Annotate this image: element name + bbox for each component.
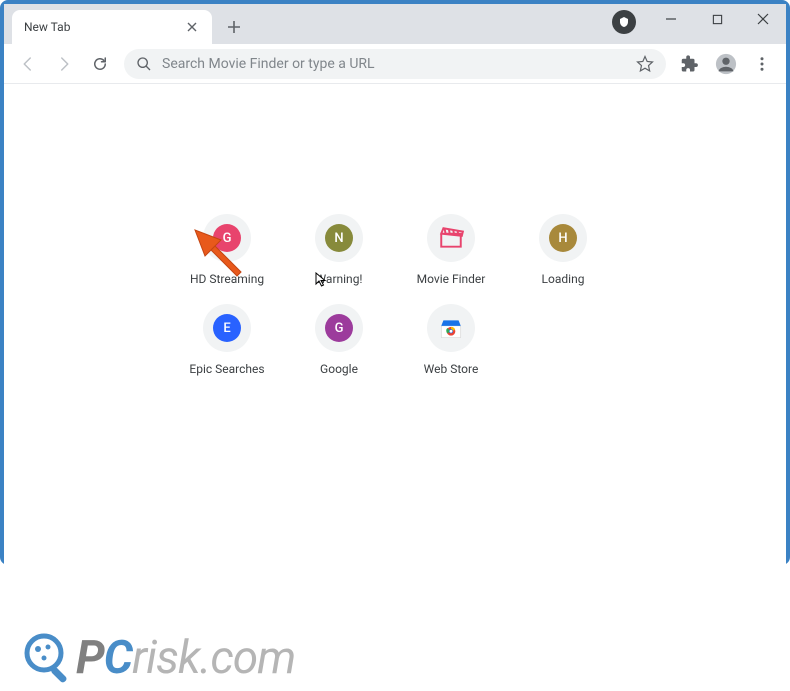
extension-badge[interactable] xyxy=(612,10,636,34)
shortcut-web-store[interactable]: Web Store xyxy=(395,304,507,376)
shortcut-icon xyxy=(427,214,475,262)
shortcut-loading[interactable]: H Loading xyxy=(507,214,619,286)
chrome-webstore-icon xyxy=(438,315,464,341)
toolbar xyxy=(4,44,786,84)
kebab-menu-icon xyxy=(753,55,771,73)
shortcut-badge: G xyxy=(325,314,353,342)
shortcuts-grid: G HD Streaming N Warning! Movie Finder H… xyxy=(4,214,786,376)
titlebar: New Tab xyxy=(4,4,786,44)
profile-button[interactable] xyxy=(710,48,742,80)
new-tab-page: G HD Streaming N Warning! Movie Finder H… xyxy=(4,214,786,691)
menu-button[interactable] xyxy=(746,48,778,80)
back-arrow-icon xyxy=(19,55,37,73)
search-icon xyxy=(136,56,152,72)
extensions-button[interactable] xyxy=(674,48,706,80)
shortcut-badge: H xyxy=(549,224,577,252)
clapperboard-icon xyxy=(438,225,464,251)
shortcut-icon: N xyxy=(315,214,363,262)
address-input[interactable] xyxy=(162,56,636,72)
forward-arrow-icon xyxy=(55,55,73,73)
shortcut-label: Web Store xyxy=(424,362,479,376)
shield-icon xyxy=(618,16,630,28)
minimize-button[interactable] xyxy=(648,4,694,34)
tab-close-button[interactable] xyxy=(184,19,200,35)
reload-button[interactable] xyxy=(84,48,116,80)
annotation-arrow-icon xyxy=(189,224,249,284)
omnibox[interactable] xyxy=(124,49,666,79)
shortcut-movie-finder[interactable]: Movie Finder xyxy=(395,214,507,286)
watermark: PCrisk.com xyxy=(4,630,786,685)
maximize-button[interactable] xyxy=(694,4,740,34)
shortcut-icon: H xyxy=(539,214,587,262)
close-window-button[interactable] xyxy=(740,4,786,34)
shortcut-epic-searches[interactable]: E Epic Searches xyxy=(171,304,283,376)
watermark-text: PCrisk.com xyxy=(76,630,295,685)
shortcut-icon xyxy=(427,304,475,352)
shortcut-label: Loading xyxy=(542,272,585,286)
puzzle-icon xyxy=(681,55,699,73)
bookmark-star-icon[interactable] xyxy=(636,55,654,73)
shortcut-icon: G xyxy=(315,304,363,352)
close-icon xyxy=(187,22,197,32)
shortcut-badge: N xyxy=(325,224,353,252)
back-button[interactable] xyxy=(12,48,44,80)
maximize-icon xyxy=(712,14,723,25)
shortcut-google[interactable]: G Google xyxy=(283,304,395,376)
window-controls xyxy=(648,4,786,34)
shortcut-label: Google xyxy=(320,362,358,376)
shortcut-icon: E xyxy=(203,304,251,352)
forward-button[interactable] xyxy=(48,48,80,80)
plus-icon xyxy=(227,20,241,34)
close-icon xyxy=(757,13,769,25)
browser-tab[interactable]: New Tab xyxy=(12,10,212,44)
new-tab-button[interactable] xyxy=(220,13,248,41)
shortcut-badge: E xyxy=(213,314,241,342)
tab-title: New Tab xyxy=(24,20,184,34)
minimize-icon xyxy=(665,13,677,25)
shortcut-warning[interactable]: N Warning! xyxy=(283,214,395,286)
shortcut-label: Movie Finder xyxy=(417,272,486,286)
watermark-logo: PCrisk.com xyxy=(22,630,295,685)
shortcut-label: Epic Searches xyxy=(189,362,264,376)
cursor-icon xyxy=(314,272,330,288)
magnifier-icon xyxy=(22,631,76,685)
avatar-icon xyxy=(715,53,737,75)
reload-icon xyxy=(91,55,109,73)
